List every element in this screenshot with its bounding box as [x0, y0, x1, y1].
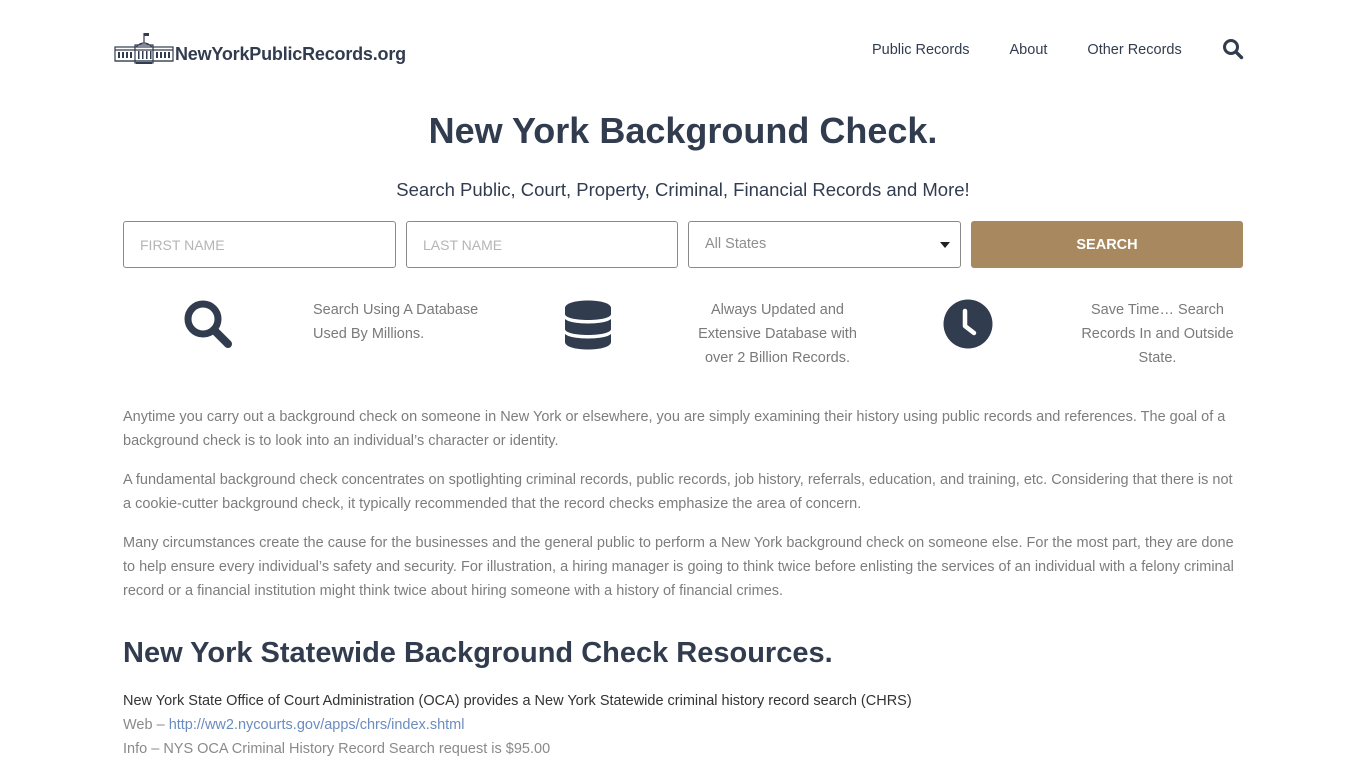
- main-nav: Public Records About Other Records: [872, 40, 1222, 60]
- search-button[interactable]: SEARCH: [971, 221, 1243, 268]
- article-paragraph: Anytime you carry out a background check…: [123, 409, 1226, 449]
- resource-title: New York State Office of Court Administr…: [123, 693, 912, 709]
- article-body: Anytime you carry out a background check…: [123, 405, 1243, 618]
- people-search-form: All States SEARCH: [123, 221, 1243, 268]
- feature-text: Save Time… Search Records In and Outside…: [1081, 302, 1234, 366]
- capitol-building-icon: [114, 33, 174, 64]
- resource-info-text: NYS OCA Criminal History Record Search r…: [163, 741, 551, 757]
- state-select[interactable]: All States: [688, 221, 961, 268]
- resource-item: New York State Office of Court Administr…: [123, 689, 1243, 761]
- resource-web-label: Web: [123, 717, 153, 733]
- database-icon: [565, 300, 611, 355]
- page-subtitle: Search Public, Court, Property, Criminal…: [396, 179, 970, 200]
- clock-icon: [943, 299, 993, 354]
- site-logo[interactable]: NewYorkPublicRecords.org: [114, 31, 406, 65]
- separator: –: [152, 717, 169, 733]
- first-name-field-wrapper: [123, 221, 396, 268]
- last-name-field-wrapper: [406, 221, 678, 268]
- search-icon: [182, 298, 234, 355]
- page-title: New York Background Check.: [428, 110, 938, 151]
- nav-public-records[interactable]: Public Records: [872, 40, 970, 60]
- resources-heading: New York Statewide Background Check Reso…: [123, 637, 833, 669]
- logo-text: NewYorkPublicRecords.org: [175, 44, 406, 64]
- first-name-input[interactable]: [124, 222, 395, 267]
- separator: –: [147, 741, 164, 757]
- article-paragraph: Many circumstances create the cause for …: [123, 535, 1234, 599]
- feature-text: Search Using A Database Used By Millions…: [313, 302, 479, 342]
- nav-about[interactable]: About: [1010, 40, 1048, 60]
- nav-other-records[interactable]: Other Records: [1087, 40, 1181, 60]
- resource-info-line: Info – NYS OCA Criminal History Record S…: [123, 737, 1243, 761]
- resource-info-label: Info: [123, 741, 148, 757]
- state-select-value: All States: [705, 236, 767, 252]
- resource-web-line: Web – http://ww2.nycourts.gov/apps/chrs/…: [123, 713, 1243, 737]
- feature-text: Always Updated and Extensive Database wi…: [698, 302, 857, 366]
- last-name-input[interactable]: [407, 222, 677, 267]
- site-header: NewYorkPublicRecords.org Public Records …: [0, 0, 1366, 100]
- caret-down-icon: [940, 242, 950, 248]
- resource-web-link[interactable]: http://ww2.nycourts.gov/apps/chrs/index.…: [169, 717, 465, 733]
- header-search-icon[interactable]: [1222, 38, 1244, 60]
- article-paragraph: A fundamental background check concentra…: [123, 472, 1233, 512]
